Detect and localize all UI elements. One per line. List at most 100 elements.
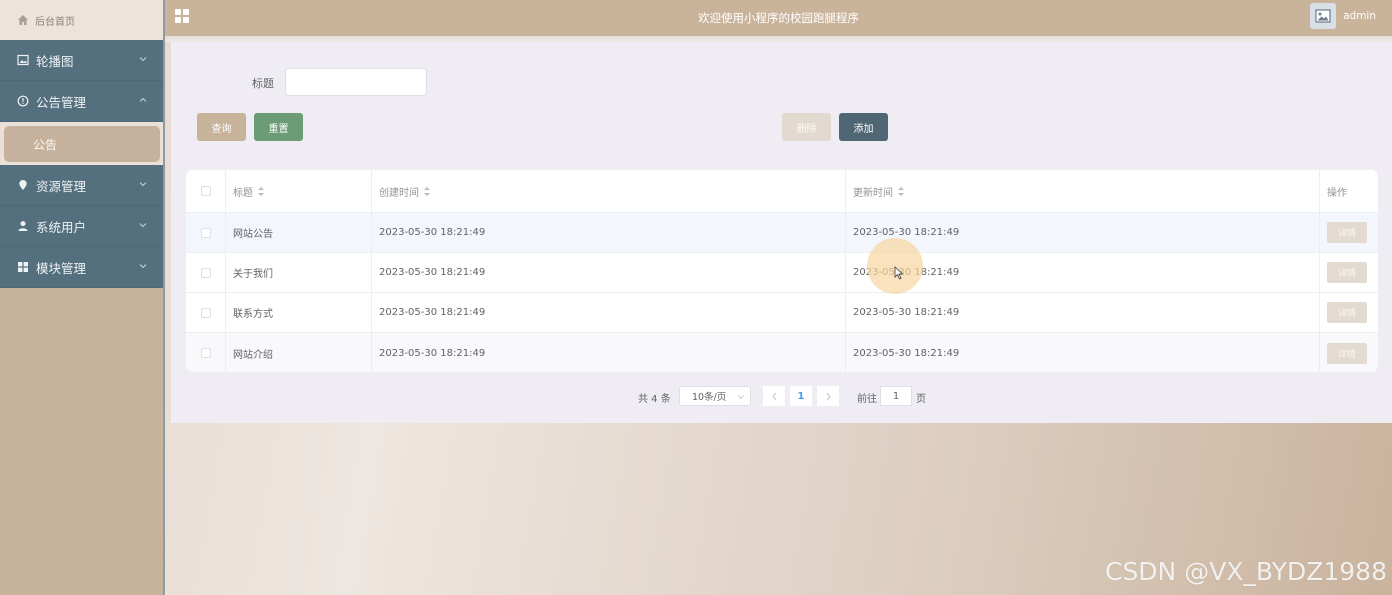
main-panel: 标题 查询 重置 删除 添加 标题 创建时间 更新时间 操作 网站公告 2023…: [171, 42, 1392, 423]
cell-updated: 2023-05-30 18:21:49: [846, 333, 1320, 372]
row-checkbox[interactable]: [200, 307, 211, 318]
chevron-up-icon: [139, 97, 147, 102]
user-icon: [18, 221, 28, 231]
query-button[interactable]: 查询: [197, 113, 246, 141]
sort-icon[interactable]: [258, 186, 264, 196]
sidebar-subitem-label: 公告: [33, 137, 58, 152]
chevron-down-icon: [139, 57, 147, 62]
table-row[interactable]: 联系方式 2023-05-30 18:21:49 2023-05-30 18:2…: [186, 293, 1378, 333]
row-checkbox[interactable]: [200, 227, 211, 238]
avatar[interactable]: [1310, 3, 1337, 29]
select-all-checkbox[interactable]: [200, 186, 211, 196]
column-header-title[interactable]: 标题: [226, 170, 372, 212]
goto-page-input[interactable]: [880, 386, 912, 406]
announcement-table: 标题 创建时间 更新时间 操作 网站公告 2023-05-30 18:21:49…: [186, 170, 1378, 372]
select-all-cell: [186, 170, 226, 212]
detail-button[interactable]: 详情: [1327, 262, 1367, 283]
watermark: CSDN @VX_BYDZ1988: [1104, 557, 1387, 586]
sidebar: 后台首页 轮播图 公告管理 公告 资源管理 系统用户 模块管理: [0, 0, 163, 595]
chevron-down-icon: [738, 395, 744, 400]
cell-created: 2023-05-30 18:21:49: [372, 333, 846, 372]
sort-icon[interactable]: [424, 186, 430, 196]
detail-button[interactable]: 详情: [1327, 222, 1367, 243]
sidebar-item-label: 系统用户: [36, 219, 87, 235]
chevron-right-icon: [826, 392, 831, 400]
chevron-down-icon: [139, 182, 147, 187]
column-header-actions: 操作: [1320, 170, 1378, 212]
delete-button[interactable]: 删除: [782, 113, 831, 141]
goto-unit-label: 页: [916, 394, 926, 405]
table-row[interactable]: 网站公告 2023-05-30 18:21:49 2023-05-30 18:2…: [186, 213, 1378, 253]
location-icon: [19, 180, 27, 190]
sidebar-item-carousel[interactable]: 轮播图: [0, 40, 163, 81]
picture-icon: [17, 54, 29, 66]
detail-button[interactable]: 详情: [1327, 302, 1367, 323]
cell-updated: 2023-05-30 18:21:49: [846, 213, 1320, 252]
pagination-total: 共 4 条: [638, 394, 671, 405]
sidebar-item-label: 公告管理: [36, 94, 87, 110]
sidebar-item-system-users[interactable]: 系统用户: [0, 206, 163, 247]
goto-label: 前往: [857, 394, 877, 405]
top-header: 欢迎使用小程序的校园跑腿程序 admin: [165, 0, 1392, 36]
column-header-label: 创建时间: [379, 187, 419, 199]
page-number[interactable]: 1: [790, 386, 812, 406]
chevron-down-icon: [139, 264, 147, 269]
add-button[interactable]: 添加: [839, 113, 888, 141]
row-check-cell: [186, 293, 226, 332]
column-header-label: 标题: [233, 187, 253, 199]
reset-button[interactable]: 重置: [254, 113, 303, 141]
next-page-button[interactable]: [817, 386, 839, 406]
sidebar-submenu: 公告: [0, 122, 163, 165]
prev-page-button[interactable]: [763, 386, 785, 406]
page-size-value: 10条/页: [692, 392, 727, 403]
sidebar-subitem-announcement[interactable]: 公告: [4, 126, 160, 162]
row-check-cell: [186, 253, 226, 292]
cell-title: 关于我们: [226, 253, 372, 292]
info-icon: [17, 95, 29, 107]
row-check-cell: [186, 213, 226, 252]
image-icon: [1315, 9, 1331, 23]
pagination: 共 4 条 10条/页 1 前往 页: [171, 386, 1392, 406]
column-header-label: 操作: [1327, 187, 1347, 199]
sidebar-item-label: 模块管理: [36, 260, 87, 276]
title-search-input[interactable]: [285, 68, 427, 96]
cell-actions: 详情: [1320, 213, 1378, 252]
column-header-label: 更新时间: [853, 187, 893, 199]
cell-created: 2023-05-30 18:21:49: [372, 253, 846, 292]
sidebar-item-modules[interactable]: 模块管理: [0, 247, 163, 288]
table-row[interactable]: 关于我们 2023-05-30 18:21:49 2023-05-30 18:2…: [186, 253, 1378, 293]
column-header-updated[interactable]: 更新时间: [846, 170, 1320, 212]
username: admin: [1343, 10, 1376, 22]
sidebar-home-link[interactable]: 后台首页: [0, 0, 163, 40]
row-checkbox[interactable]: [200, 267, 211, 278]
sidebar-item-resources[interactable]: 资源管理: [0, 165, 163, 206]
cell-created: 2023-05-30 18:21:49: [372, 293, 846, 332]
grid-toggle-icon[interactable]: [174, 8, 190, 24]
page-size-select[interactable]: 10条/页: [679, 386, 751, 406]
cell-actions: 详情: [1320, 293, 1378, 332]
cell-updated: 2023-05-30 18:21:49: [846, 293, 1320, 332]
row-check-cell: [186, 333, 226, 372]
sidebar-divider: [163, 0, 165, 595]
chevron-left-icon: [771, 392, 776, 400]
sort-icon[interactable]: [898, 186, 904, 196]
table-row[interactable]: 网站介绍 2023-05-30 18:21:49 2023-05-30 18:2…: [186, 333, 1378, 372]
sidebar-item-label: 资源管理: [36, 178, 87, 194]
sidebar-home-label: 后台首页: [35, 16, 75, 28]
table-header-row: 标题 创建时间 更新时间 操作: [186, 170, 1378, 213]
column-header-created[interactable]: 创建时间: [372, 170, 846, 212]
user-menu[interactable]: admin: [1310, 3, 1376, 29]
page-title: 欢迎使用小程序的校园跑腿程序: [698, 11, 859, 25]
detail-button[interactable]: 详情: [1327, 342, 1367, 364]
home-icon: [18, 15, 28, 25]
chevron-down-icon: [139, 223, 147, 228]
cell-actions: 详情: [1320, 253, 1378, 292]
menu-icon: [18, 262, 28, 272]
sidebar-item-announcements[interactable]: 公告管理: [0, 81, 163, 122]
mouse-cursor-icon: [894, 266, 904, 280]
cell-title: 网站公告: [226, 213, 372, 252]
sidebar-item-label: 轮播图: [36, 53, 74, 69]
cell-created: 2023-05-30 18:21:49: [372, 213, 846, 252]
title-search-label: 标题: [252, 77, 274, 90]
row-checkbox[interactable]: [200, 348, 211, 358]
